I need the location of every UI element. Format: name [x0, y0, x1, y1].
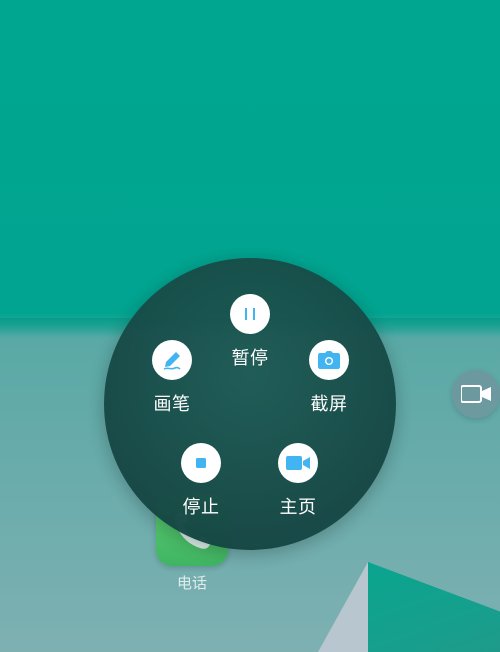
- app-label-phone: 电话: [176, 574, 207, 592]
- pause-icon-button[interactable]: [230, 294, 270, 334]
- pause-label: 暂停: [231, 348, 269, 369]
- video-camera-icon: [461, 385, 491, 403]
- pen-label: 画笔: [153, 394, 191, 415]
- home-button[interactable]: 主页: [258, 443, 338, 519]
- pen-icon: [163, 352, 181, 370]
- pen-button[interactable]: 画笔: [132, 340, 212, 416]
- stop-label: 停止: [182, 497, 220, 518]
- floating-record-button[interactable]: [452, 370, 500, 418]
- home-label: 主页: [279, 497, 317, 518]
- stop-icon-button[interactable]: [181, 443, 221, 483]
- home-icon-button[interactable]: [278, 443, 318, 483]
- pen-icon-button[interactable]: [152, 340, 192, 380]
- stop-icon: [196, 458, 206, 468]
- pause-icon: [245, 308, 255, 320]
- video-camera-icon: [286, 456, 310, 470]
- screenshot-button[interactable]: 截屏: [289, 340, 369, 416]
- stop-button[interactable]: 停止: [161, 443, 241, 519]
- screenshot-label: 截屏: [310, 394, 348, 415]
- camera-icon: [318, 351, 340, 369]
- screenshot-icon-button[interactable]: [309, 340, 349, 380]
- pause-button[interactable]: 暂停: [210, 294, 290, 370]
- wallpaper-shape-grey: [318, 562, 368, 652]
